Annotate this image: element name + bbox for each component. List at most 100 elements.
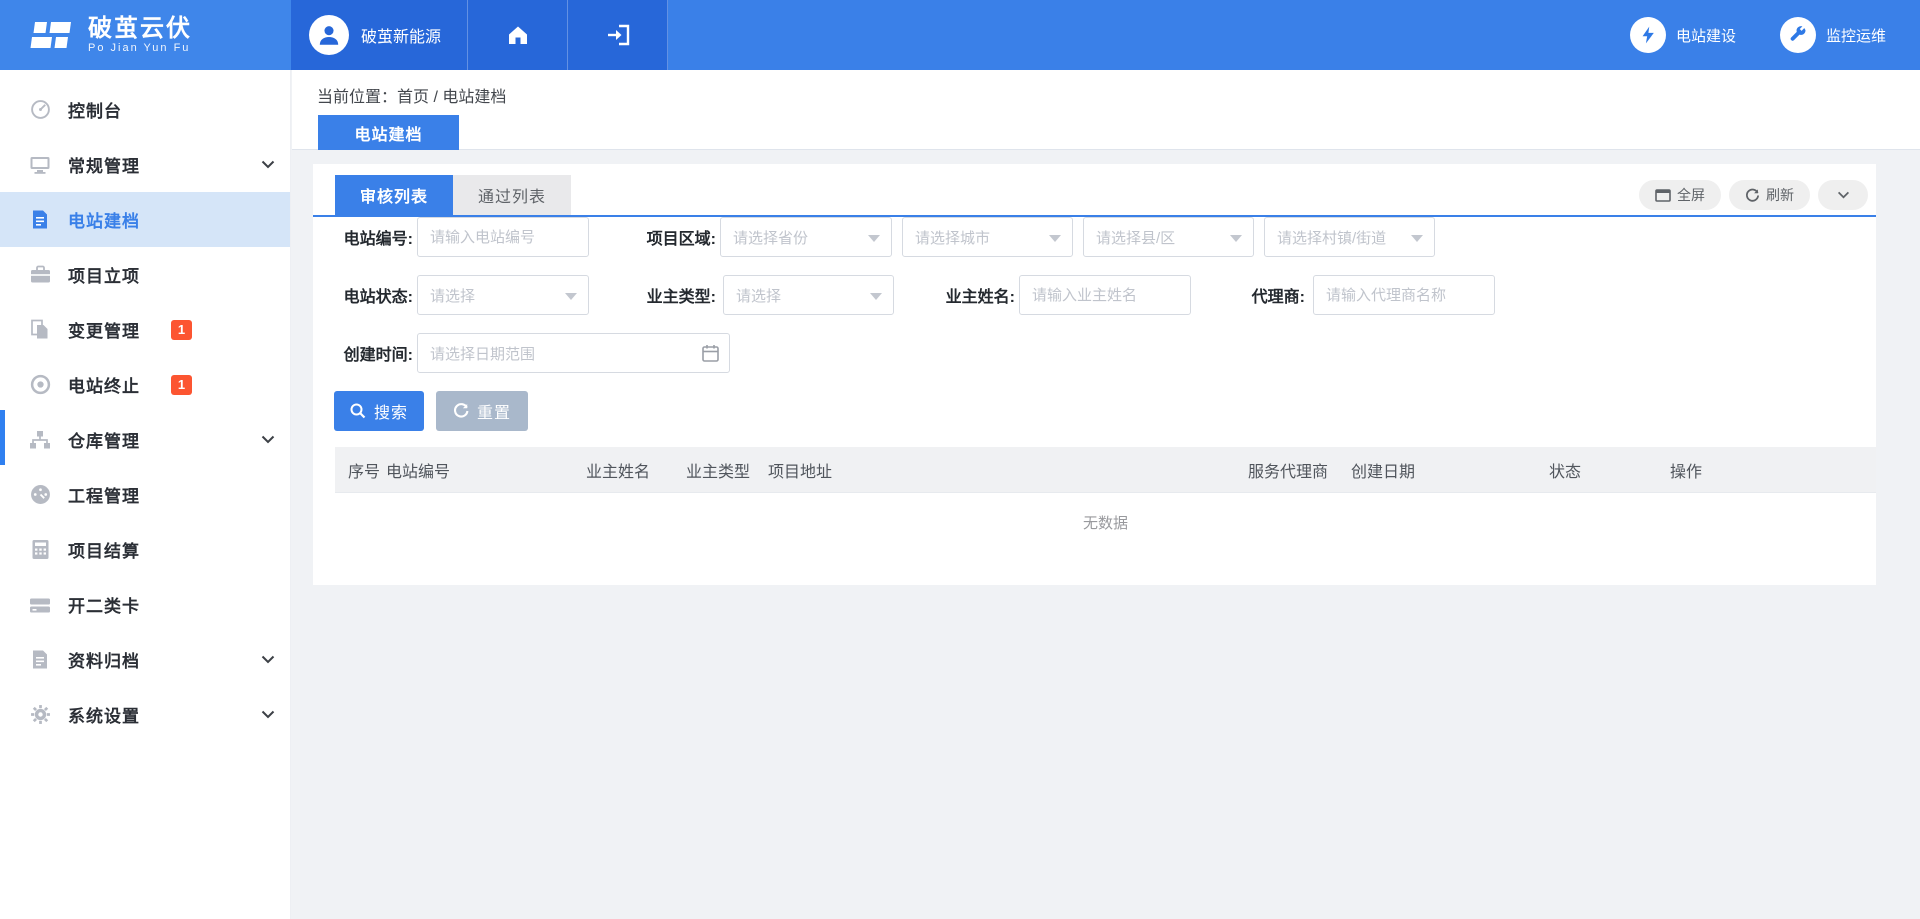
col-index: 序号 — [348, 458, 386, 482]
nav-monitor-ops[interactable]: 监控运维 — [1780, 17, 1886, 53]
owner-name-label: 业主姓名: — [934, 283, 1015, 307]
reset-icon — [453, 403, 469, 419]
lightning-icon — [1638, 25, 1658, 45]
archive-file-icon — [29, 649, 51, 671]
breadcrumb-bar: 当前位置：首页 / 电站建档 电站建档 — [292, 70, 1920, 150]
chevron-down-icon — [1837, 191, 1850, 199]
nav-station-build[interactable]: 电站建设 — [1630, 17, 1736, 53]
caret-down-icon — [870, 293, 882, 300]
collapse-toolbar-button[interactable] — [1818, 180, 1868, 210]
owner-name-input[interactable] — [1019, 275, 1191, 315]
avatar — [309, 15, 349, 55]
agent-input[interactable] — [1313, 275, 1495, 315]
station-no-input[interactable] — [417, 217, 589, 257]
signout-icon — [605, 23, 631, 47]
fullscreen-button[interactable]: 全屏 — [1639, 180, 1721, 210]
caret-down-icon — [1411, 235, 1423, 242]
app-root: 破茧云伏 Po Jian Yun Fu 破茧新能源 — [0, 0, 1920, 919]
breadcrumb: 当前位置：首页 / 电站建档 — [317, 83, 506, 107]
agent-label: 代理商: — [1245, 283, 1305, 307]
chevron-down-icon — [261, 710, 275, 719]
card-icon — [29, 594, 51, 616]
col-project-address: 项目地址 — [768, 458, 1248, 482]
chevron-down-icon — [261, 655, 275, 664]
station-no-label: 电站编号: — [334, 225, 413, 249]
brand-logo: 破茧云伏 Po Jian Yun Fu — [0, 0, 291, 70]
wrench-icon — [1788, 25, 1808, 45]
top-header: 破茧云伏 Po Jian Yun Fu 破茧新能源 — [0, 0, 1920, 70]
sidebar-item-console[interactable]: 控制台 — [0, 82, 290, 137]
breadcrumb-path[interactable]: 首页 / 电站建档 — [397, 89, 506, 106]
sidebar-item-station-terminate[interactable]: 电站终止 1 — [0, 357, 290, 412]
brand-title: 破茧云伏 — [88, 16, 192, 42]
sidebar-item-project-initiation[interactable]: 项目立项 — [0, 247, 290, 302]
user-menu[interactable]: 破茧新能源 — [291, 0, 468, 70]
col-station-no: 电站编号 — [386, 458, 586, 482]
document-icon — [29, 209, 51, 231]
empty-state-text: 无数据 — [335, 493, 1876, 559]
county-select[interactable]: 请选择县/区 — [1083, 217, 1254, 257]
change-mgmt-badge: 1 — [171, 320, 192, 340]
search-button[interactable]: 搜索 — [334, 391, 424, 431]
chevron-down-icon — [261, 435, 275, 444]
date-range-picker[interactable]: 请选择日期范围 — [417, 333, 730, 373]
sidebar-item-project-settlement[interactable]: 项目结算 — [0, 522, 290, 577]
user-name: 破茧新能源 — [361, 23, 441, 47]
col-actions: 操作 — [1670, 458, 1876, 482]
page-tab-station-archive[interactable]: 电站建档 — [318, 115, 459, 150]
town-select[interactable]: 请选择村镇/街道 — [1264, 217, 1435, 257]
tab-passed-list[interactable]: 通过列表 — [453, 175, 571, 215]
sidebar-item-open-card[interactable]: 开二类卡 — [0, 577, 290, 632]
col-status: 状态 — [1549, 458, 1670, 482]
gauge-icon — [29, 484, 51, 506]
owner-type-label: 业主类型: — [641, 283, 716, 307]
sidebar-item-general-mgmt[interactable]: 常规管理 — [0, 137, 290, 192]
brand-logo-icon — [28, 11, 76, 59]
station-status-select[interactable]: 请选择 — [417, 275, 589, 315]
col-owner-name: 业主姓名 — [586, 458, 686, 482]
home-icon — [506, 23, 530, 47]
sitemap-icon — [29, 429, 51, 451]
table-header: 序号 电站编号 业主姓名 业主类型 项目地址 服务代理商 创建日期 状态 操作 — [335, 447, 1876, 493]
caret-down-icon — [868, 235, 880, 242]
city-select[interactable]: 请选择城市 — [902, 217, 1073, 257]
calculator-icon — [29, 539, 51, 561]
content-panel: 全屏 刷新 审核列表 通过列表 电站编号: 项目区域: 请选择省份 — [313, 164, 1876, 585]
refresh-button[interactable]: 刷新 — [1729, 180, 1810, 210]
search-icon — [350, 403, 366, 419]
user-icon — [316, 22, 342, 48]
breadcrumb-prefix: 当前位置： — [317, 89, 397, 106]
fullscreen-icon — [1655, 189, 1671, 202]
sidebar-item-engineering-mgmt[interactable]: 工程管理 — [0, 467, 290, 522]
home-button[interactable] — [468, 0, 568, 70]
col-service-agent: 服务代理商 — [1248, 458, 1351, 482]
sidebar-item-data-archive[interactable]: 资料归档 — [0, 632, 290, 687]
owner-type-select[interactable]: 请选择 — [723, 275, 894, 315]
region-label: 项目区域: — [641, 225, 716, 249]
refresh-icon — [1745, 188, 1760, 203]
province-select[interactable]: 请选择省份 — [720, 217, 892, 257]
col-created-date: 创建日期 — [1351, 458, 1549, 482]
tab-review-list[interactable]: 审核列表 — [335, 175, 453, 215]
reset-button[interactable]: 重置 — [436, 391, 528, 431]
briefcase-icon — [29, 264, 51, 286]
sidebar-item-warehouse-mgmt[interactable]: 仓库管理 — [0, 412, 290, 467]
station-status-label: 电站状态: — [334, 283, 413, 307]
created-time-label: 创建时间: — [334, 341, 413, 365]
nav-monitor-ops-label: 监控运维 — [1826, 25, 1886, 46]
signout-button[interactable] — [568, 0, 668, 70]
copy-icon — [29, 319, 51, 341]
col-owner-type: 业主类型 — [686, 458, 768, 482]
gear-icon — [29, 704, 51, 726]
caret-down-icon — [1230, 235, 1242, 242]
sidebar-scrollbar-thumb[interactable] — [0, 410, 5, 465]
sidebar-item-station-archive[interactable]: 电站建档 — [0, 192, 290, 247]
calendar-icon — [702, 344, 719, 362]
caret-down-icon — [1049, 235, 1061, 242]
nav-station-build-label: 电站建设 — [1676, 25, 1736, 46]
sidebar-item-system-settings[interactable]: 系统设置 — [0, 687, 290, 742]
sidebar-item-change-mgmt[interactable]: 变更管理 1 — [0, 302, 290, 357]
dashboard-icon — [29, 99, 51, 121]
station-terminate-badge: 1 — [171, 375, 192, 395]
monitor-icon — [29, 154, 51, 176]
